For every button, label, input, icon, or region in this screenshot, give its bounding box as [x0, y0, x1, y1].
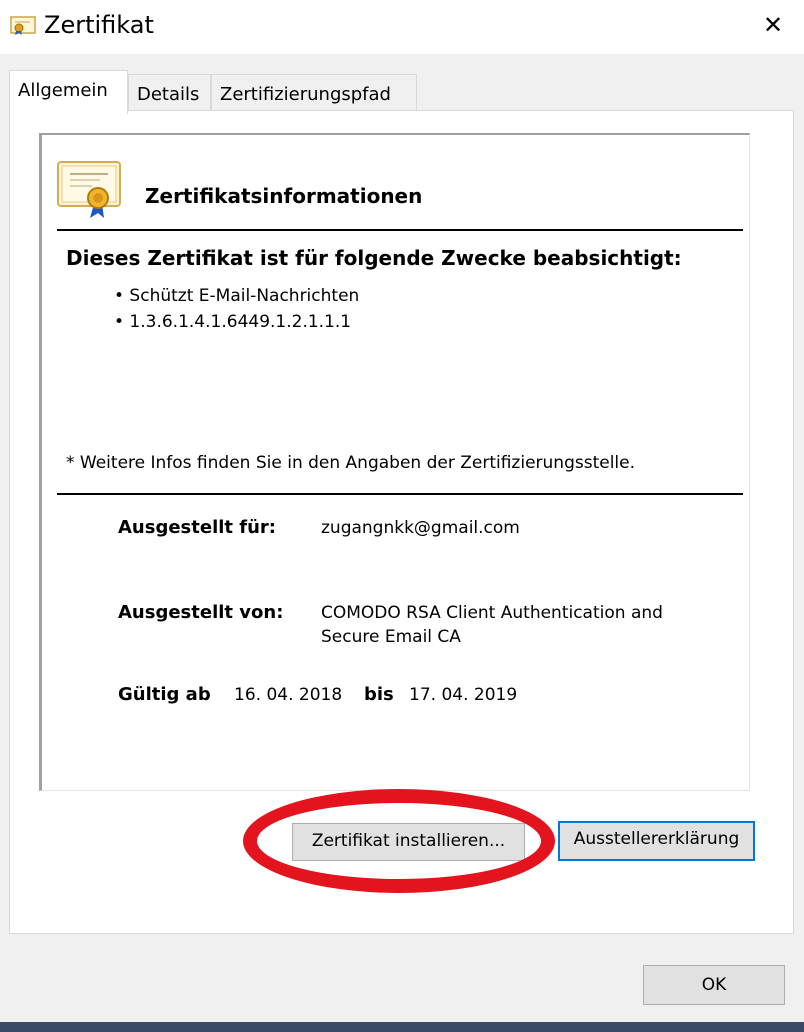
issuer-statement-label: Ausstellererklärung	[573, 829, 740, 849]
tab-allgemein[interactable]: Allgemein	[9, 70, 128, 114]
valid-to-value: 17. 04. 2019	[409, 685, 518, 705]
install-certificate-label: Zertifikat installieren...	[311, 831, 506, 851]
tab-details[interactable]: Details	[128, 74, 211, 114]
issuer-statement-button[interactable]: Ausstellererklärung	[558, 821, 755, 861]
title-bar: Zertifikat ✕	[0, 0, 804, 54]
tab-zertifizierungspfad[interactable]: Zertifizierungspfad	[211, 74, 417, 114]
issued-by-label: Ausgestellt von:	[118, 602, 284, 623]
issued-to-label: Ausgestellt für:	[118, 517, 277, 538]
close-icon: ✕	[762, 11, 784, 39]
tab-label: Zertifizierungspfad	[220, 84, 391, 105]
issued-to-value: zugangnkk@gmail.com	[321, 518, 520, 538]
ok-label: OK	[701, 975, 727, 995]
issued-by-value-line2: Secure Email CA	[321, 627, 461, 647]
info-heading: Zertifikatsinformationen	[145, 184, 423, 208]
valid-from-value: 16. 04. 2018	[234, 685, 343, 705]
tab-label: Allgemein	[18, 80, 108, 101]
purpose-item: • Schützt E-Mail-Nachrichten	[114, 286, 360, 306]
divider-top	[57, 229, 743, 231]
purposes-title: Dieses Zertifikat ist für folgende Zweck…	[66, 246, 682, 270]
valid-from-label: Gültig ab	[118, 684, 211, 705]
window-bottom-edge	[0, 1022, 804, 1032]
close-button[interactable]: ✕	[742, 0, 804, 50]
certificate-ribbon-icon	[57, 161, 121, 218]
divider-bottom	[57, 493, 743, 495]
issuer-note: * Weitere Infos finden Sie in den Angabe…	[66, 453, 636, 473]
ok-button[interactable]: OK	[643, 965, 785, 1005]
window-title: Zertifikat	[44, 11, 154, 39]
certificate-icon	[10, 16, 36, 35]
install-certificate-button[interactable]: Zertifikat installieren...	[292, 823, 525, 861]
valid-to-label: bis	[364, 684, 394, 705]
tab-label: Details	[137, 84, 200, 105]
issued-by-value-line1: COMODO RSA Client Authentication and	[321, 603, 663, 623]
purpose-item: • 1.3.6.1.4.1.6449.1.2.1.1.1	[114, 312, 352, 332]
